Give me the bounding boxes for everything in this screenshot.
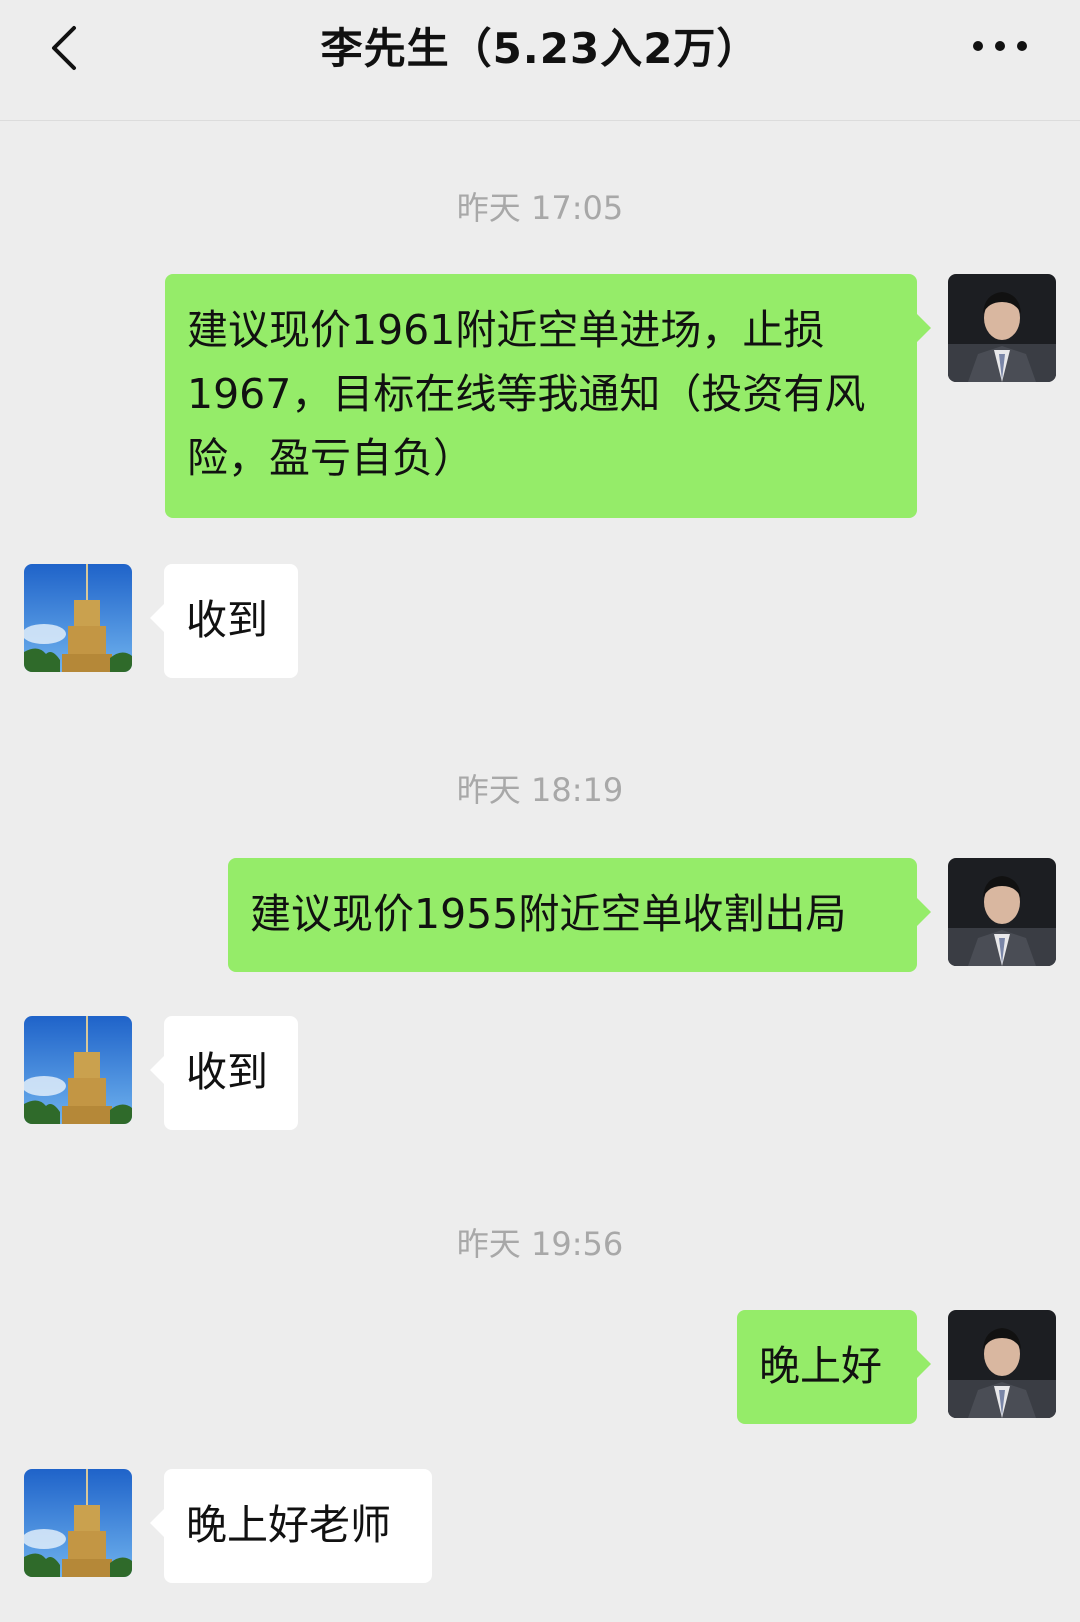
- avatar-self[interactable]: [948, 858, 1056, 966]
- timestamp: 昨天 18:19: [456, 771, 624, 809]
- timestamp: 昨天 19:56: [456, 1225, 624, 1263]
- avatar-contact[interactable]: [24, 564, 132, 672]
- avatar-portrait-icon: [948, 858, 1056, 966]
- chevron-left-icon: [52, 26, 76, 70]
- message-bubble-mine[interactable]: 建议现价1961附近空单进场，止损1967，目标在线等我通知（投资有风险，盈亏自…: [165, 274, 931, 518]
- avatar-portrait-icon: [948, 274, 1056, 382]
- avatar-self[interactable]: [948, 1310, 1056, 1418]
- avatar-self[interactable]: [948, 274, 1056, 382]
- message-bubble-theirs[interactable]: 收到: [150, 1016, 298, 1130]
- more-button[interactable]: [960, 24, 1040, 74]
- avatar-portrait-icon: [948, 1310, 1056, 1418]
- more-horizontal-icon: [973, 41, 1027, 51]
- timestamp: 昨天 17:05: [456, 189, 624, 227]
- message-bubble-mine[interactable]: 晚上好: [737, 1310, 931, 1424]
- avatar-contact[interactable]: [24, 1469, 132, 1577]
- message-bubble-mine[interactable]: 建议现价1955附近空单收割出局: [228, 858, 931, 972]
- avatar-tower-photo-icon: [24, 1016, 132, 1124]
- avatar-tower-photo-icon: [24, 1469, 132, 1577]
- message-bubble-theirs[interactable]: 收到: [150, 564, 298, 678]
- message-bubble-theirs[interactable]: 晚上好老师: [150, 1469, 432, 1583]
- avatar-contact[interactable]: [24, 1016, 132, 1124]
- chat-header: 李先生（5.23入2万）: [0, 0, 1080, 121]
- back-button[interactable]: [40, 18, 100, 78]
- avatar-tower-photo-icon: [24, 564, 132, 672]
- chat-title: 李先生（5.23入2万）: [320, 24, 760, 73]
